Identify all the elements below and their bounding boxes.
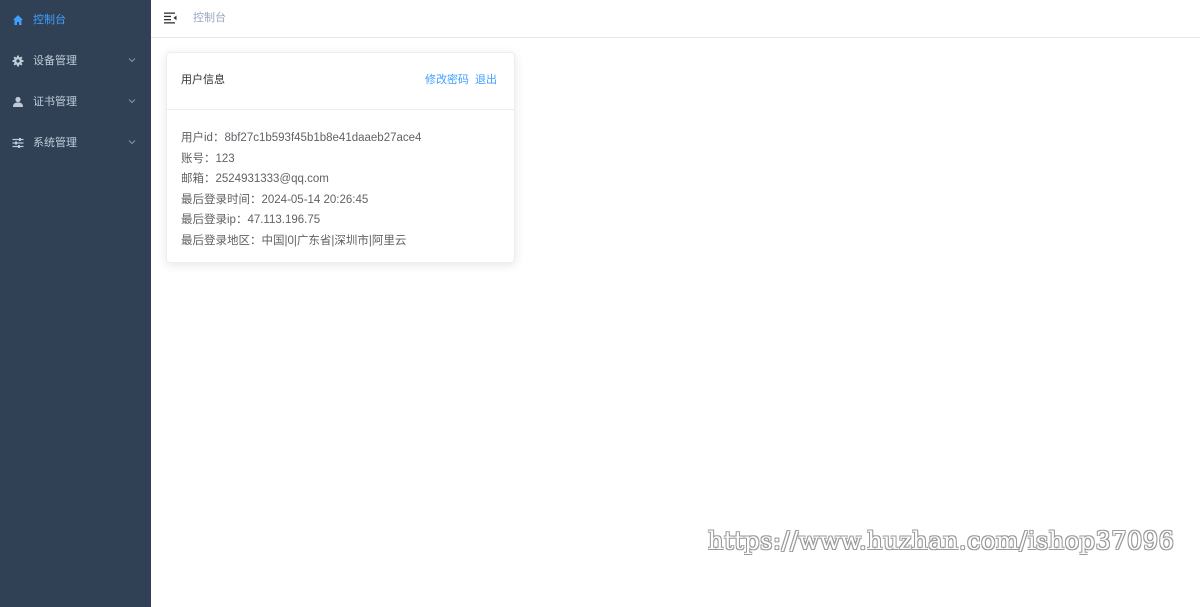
sidebar-item-certificate-management[interactable]: 证书管理 (0, 82, 151, 122)
gear-icon (12, 55, 24, 67)
user-icon (13, 96, 23, 107)
logout-link[interactable]: 退出 (475, 73, 497, 87)
chevron-down-icon (128, 99, 136, 104)
card-title: 用户信息 (181, 74, 225, 86)
user-id-row: 用户id：8bf27c1b593f45b1b8e41daaeb27ace4 (181, 132, 422, 144)
sidebar-item-label: 系统管理 (33, 137, 77, 149)
breadcrumb: 控制台 (193, 12, 226, 24)
last-login-region-row: 最后登录地区：中国|0|广东省|深圳市|阿里云 (181, 234, 407, 247)
last-login-ip-row: 最后登录ip：47.113.196.75 (181, 214, 321, 226)
sidebar-item-label: 证书管理 (33, 96, 77, 108)
account-row: 账号：123 (181, 152, 235, 165)
sidebar-item-system-management[interactable]: 系统管理 (0, 123, 151, 163)
sidebar-item-label: 设备管理 (33, 55, 77, 67)
sidebar-item-label: 控制台 (33, 14, 66, 26)
sidebar: 控制台 设备管理 证书管理 系统管理 (0, 0, 151, 607)
sidebar-item-device-management[interactable]: 设备管理 (0, 41, 151, 81)
home-icon (13, 15, 23, 25)
user-info-card: 用户信息 修改密码 退出 用户id：8bf27c1b593f45b1b8e41d… (166, 52, 515, 263)
sidebar-item-dashboard[interactable]: 控制台 (0, 0, 151, 40)
chevron-down-icon (128, 58, 136, 63)
hamburger-icon[interactable] (164, 12, 177, 24)
last-login-time-row: 最后登录时间：2024-05-14 20:26:45 (181, 193, 369, 206)
change-password-link[interactable]: 修改密码 (425, 73, 469, 87)
card-header: 用户信息 修改密码 退出 (167, 53, 514, 110)
chevron-down-icon (128, 140, 136, 145)
watermark: https://www.huzhan.com/ishop37096 (708, 527, 1175, 555)
top-navbar: 控制台 (151, 0, 1200, 38)
email-row: 邮箱：2524931333@qq.com (181, 173, 329, 185)
sliders-icon (12, 138, 24, 148)
card-body: 用户id：8bf27c1b593f45b1b8e41daaeb27ace4 账号… (181, 128, 421, 251)
